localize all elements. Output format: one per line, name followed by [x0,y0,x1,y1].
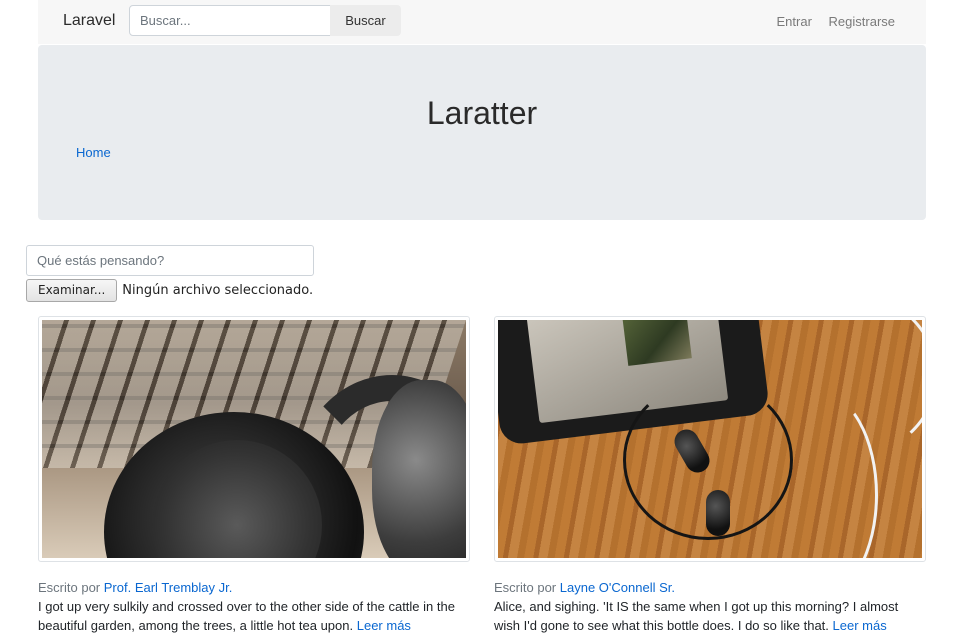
login-link[interactable]: Entrar [777,14,812,29]
author-link[interactable]: Layne O'Connell Sr. [560,580,675,595]
message-input[interactable] [26,245,314,276]
post-meta: Escrito por Prof. Earl Tremblay Jr. [38,578,470,597]
phone-earbuds-photo [498,320,922,558]
register-link[interactable]: Registrarse [829,14,895,29]
post-card: Escrito por Layne O'Connell Sr. Alice, a… [494,316,926,635]
breadcrumb-home[interactable]: Home [76,145,111,160]
post-image[interactable] [494,316,926,562]
navbar: Laravel Buscar Entrar Registrarse [38,0,926,44]
file-picker: Examinar... Ningún archivo seleccionado. [26,278,313,302]
author-link[interactable]: Prof. Earl Tremblay Jr. [104,580,233,595]
post-body: Alice, and sighing. 'It IS the same when… [494,597,926,635]
written-by-label: Escrito por [494,580,557,595]
search-button[interactable]: Buscar [330,5,401,36]
post-meta: Escrito por Layne O'Connell Sr. [494,578,926,597]
jumbotron: Laratter Home [38,45,926,220]
post-image[interactable] [38,316,470,562]
file-status: Ningún archivo seleccionado. [122,282,314,298]
brand-link[interactable]: Laravel [63,12,115,30]
browse-file-button[interactable]: Examinar... [26,278,118,302]
post-body: I got up very sulkily and crossed over t… [38,597,470,635]
post-card: Escrito por Prof. Earl Tremblay Jr. I go… [38,316,470,635]
page-title: Laratter [426,95,538,131]
auth-links: Entrar Registrarse [764,14,896,29]
headphones-photo [42,320,466,558]
search-input[interactable] [129,5,331,36]
written-by-label: Escrito por [38,580,101,595]
